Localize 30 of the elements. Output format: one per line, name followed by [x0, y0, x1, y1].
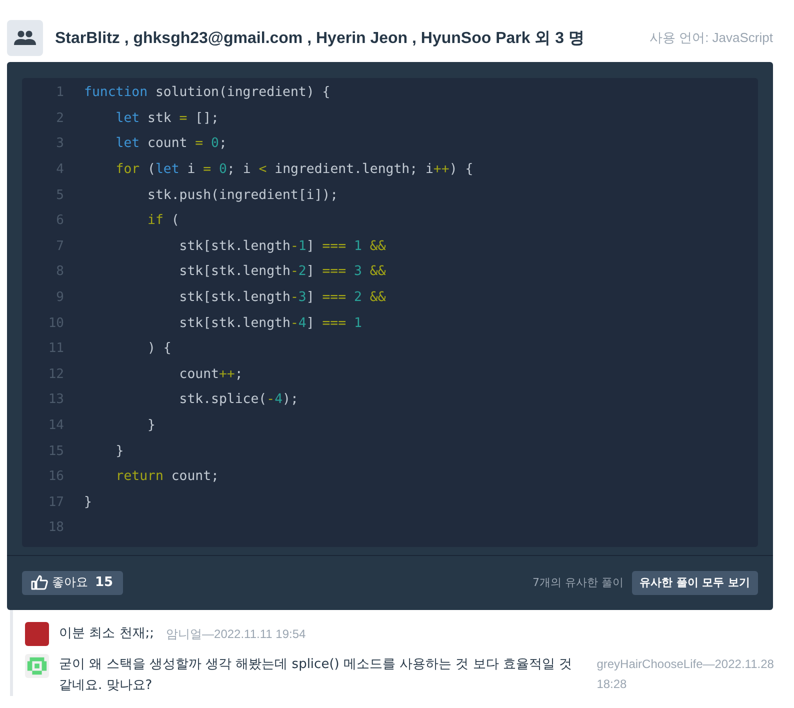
comment-text: 굳이 왜 스택을 생성할까 생각 해봤는데 splice() 메소드를 사용하는 것 보다 효율적일 것 같네요. 맞나요?	[59, 656, 574, 695]
comment-meta: 암니얼—2022.11.11 19:54	[165, 626, 306, 643]
code-line: stk[stk.length-2] === 3 &&	[178, 264, 386, 280]
comment-meta: greyHairChooseLife—2022.11.28 18:28	[596, 656, 775, 693]
code-line: }	[146, 418, 156, 434]
identicon-avatar-icon	[25, 654, 49, 678]
similar-count: 7개의 유사한 풀이	[532, 575, 624, 590]
code-line: stk.splice(-4);	[178, 392, 298, 408]
similar-solutions-button[interactable]: 유사한 풀이 모두 보기	[632, 570, 758, 595]
code-line: let count = 0;	[114, 136, 227, 152]
code-line: for (let i = 0; i < ingredient.length; i++) {	[114, 162, 474, 178]
thumbs-up-icon	[31, 575, 48, 590]
code-line: let stk = [];	[114, 110, 219, 126]
like-button[interactable]: 좋아요 15	[22, 570, 124, 595]
code-line: stk[stk.length-4] === 1	[178, 316, 362, 331]
code-line: }	[114, 444, 124, 459]
code-line: if (	[146, 213, 180, 228]
authors-title: StarBlitz , ghksgh23@gmail.com , Hyerin Jeon , HyunSoo Park 외 3 명	[55, 28, 585, 48]
code-line: stk.push(ingredient[i]);	[146, 188, 338, 203]
comment-text: 이분 최소 천재;;	[59, 625, 154, 644]
code-line: return count;	[114, 469, 219, 484]
code-line: stk[stk.length-3] === 2 &&	[178, 290, 386, 306]
code-line: function solution(ingredient) {	[84, 85, 330, 100]
code-line: }	[84, 494, 92, 510]
language-label: 사용 언어: JavaScript	[649, 29, 773, 47]
code-line: count++;	[178, 366, 243, 382]
code-line: stk[stk.length-1] === 1 &&	[178, 238, 386, 254]
group-icon	[7, 20, 43, 56]
code-line: ) {	[146, 341, 172, 356]
avatar-photo-placeholder	[25, 622, 49, 646]
